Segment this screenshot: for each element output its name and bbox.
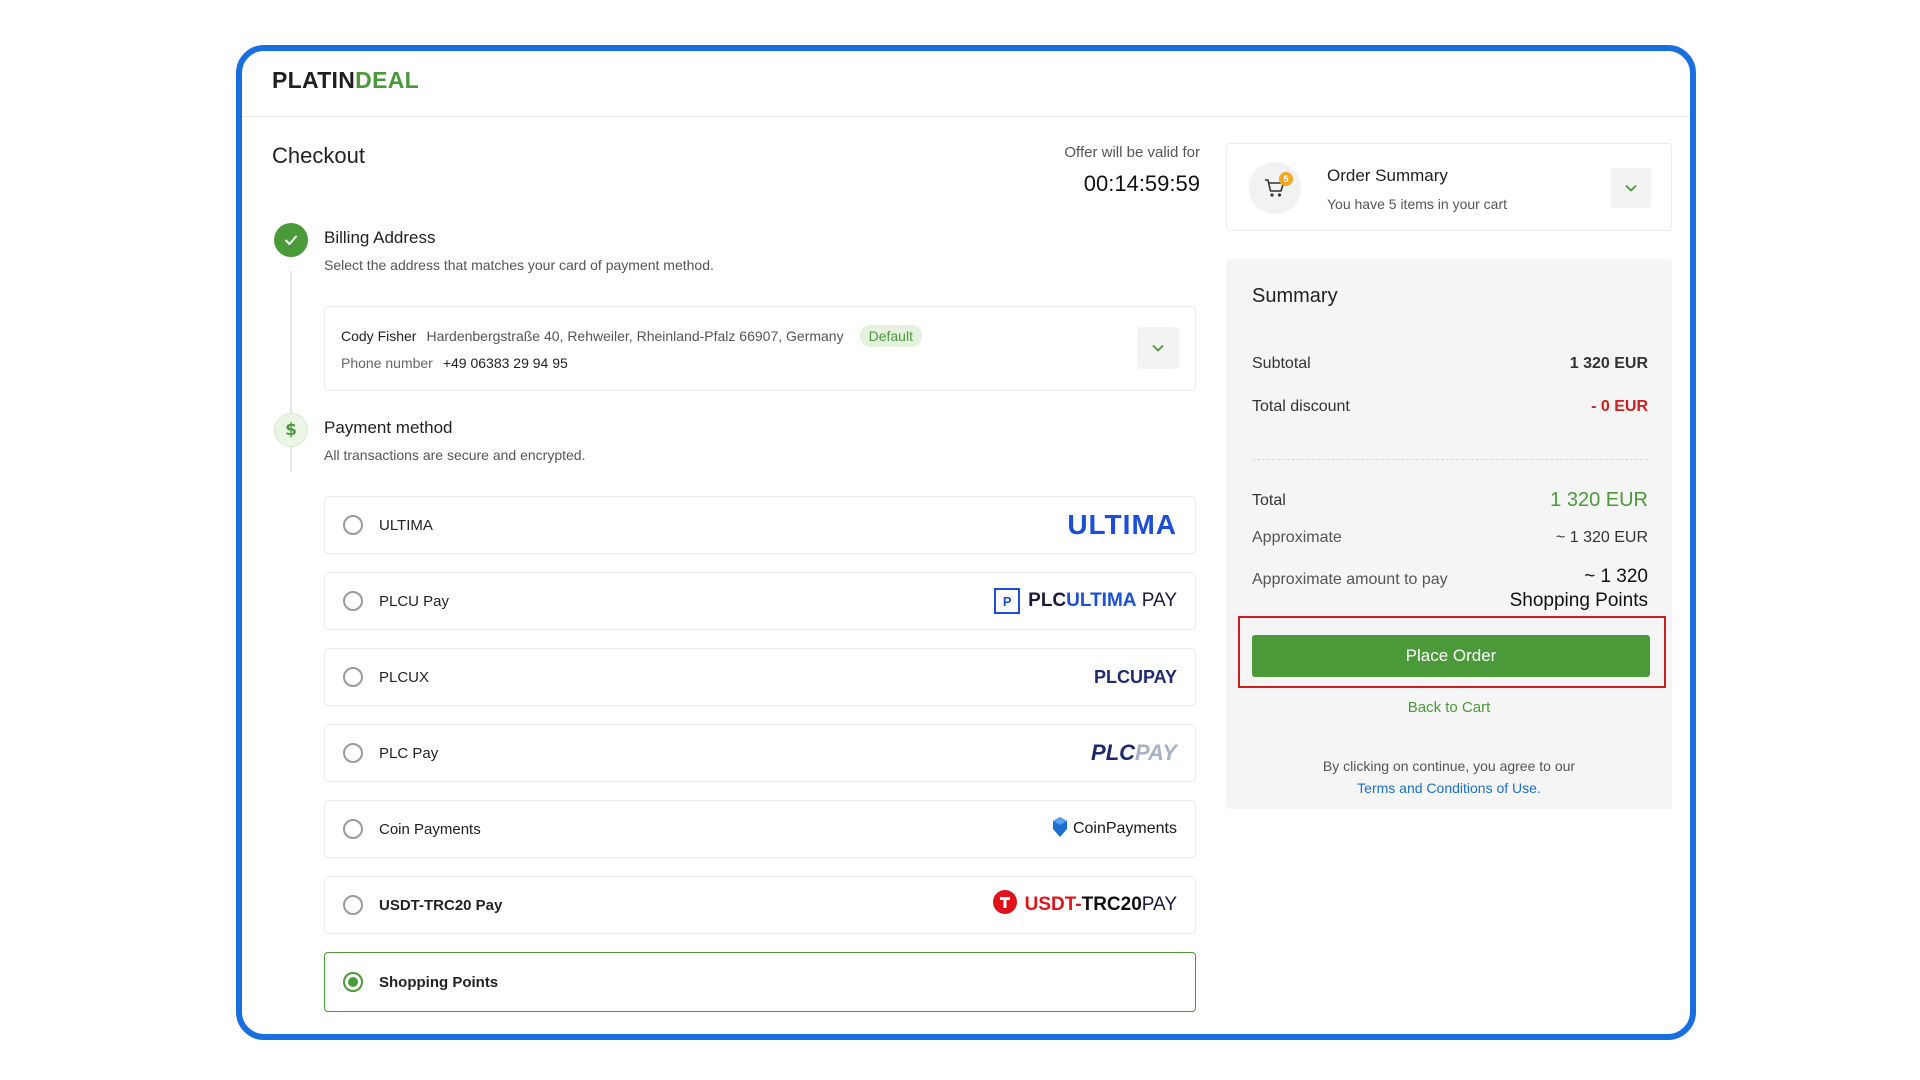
payment-option-usdt-trc20[interactable]: USDT-TRC20 Pay USDT-TRC20PAY — [324, 876, 1196, 934]
place-order-button[interactable]: Place Order — [1252, 635, 1650, 677]
payment-option-label: PLC Pay — [379, 744, 439, 762]
place-order-highlight: Place Order — [1238, 616, 1666, 688]
top-bar: PLATINDEAL — [242, 51, 1690, 117]
radio-shopping-points[interactable] — [343, 972, 363, 992]
order-summary-expand-button[interactable] — [1611, 168, 1651, 208]
back-to-cart-link[interactable]: Back to Cart — [1226, 699, 1672, 716]
plc-box-icon: P — [994, 588, 1021, 614]
billing-title: Billing Address — [324, 228, 436, 247]
offer-timer-label: Offer will be valid for — [1064, 144, 1200, 161]
payment-option-plcu-pay[interactable]: PLCU Pay P PLCULTIMA PAY — [324, 572, 1196, 630]
address-row: Cody Fisher Hardenbergstraße 40, Rehweil… — [341, 325, 922, 347]
logo-part: PAY — [1135, 740, 1177, 765]
approx-amount-line2: Shopping Points — [1509, 590, 1648, 611]
logo-part: PLCU — [1093, 666, 1143, 687]
approx-amount-value: ~ 1 320 Shopping Points — [1510, 565, 1648, 613]
payment-option-plc-pay[interactable]: PLC Pay PLCPAY — [324, 724, 1196, 782]
plcultima-pay-logo: P PLCULTIMA PAY — [994, 573, 1177, 629]
order-summary-subtitle: You have 5 items in your cart — [1327, 196, 1508, 212]
address-name: Cody Fisher — [341, 328, 417, 344]
phone-row: Phone number +49 06383 29 94 95 — [341, 355, 568, 371]
phone-label: Phone number — [341, 355, 433, 371]
agreement-text: By clicking on continue, you agree to ou… — [1226, 755, 1672, 799]
discount-label: Total discount — [1252, 398, 1350, 415]
logo-part: TRC20 — [1081, 894, 1142, 915]
ultima-logo: ULTIMA — [1067, 497, 1177, 553]
ultima-logo-text: ULTIMA — [1067, 509, 1177, 540]
dollar-icon: $ — [274, 413, 308, 447]
order-summary-title: Order Summary — [1327, 166, 1448, 185]
coinpayments-text: CoinPayments — [1072, 820, 1177, 837]
logo-part: PAY — [1142, 666, 1177, 687]
total-value: 1 320 EUR — [1550, 489, 1648, 511]
subtotal-value: 1 320 EUR — [1569, 355, 1648, 372]
cart-count-badge: 5 — [1279, 172, 1293, 186]
subtotal-row: Subtotal 1 320 EUR — [1252, 355, 1648, 373]
payment-options: ULTIMA ULTIMA PLCU Pay P PLCULTIMA PAY P… — [324, 496, 1196, 1030]
address-card[interactable]: Cody Fisher Hardenbergstraße 40, Rehweil… — [324, 306, 1196, 391]
brand-logo-part1: PLATIN — [272, 67, 356, 93]
logo-part: PAY — [1141, 894, 1177, 915]
plcpay-logo: PLCPAY — [1091, 725, 1177, 781]
payment-option-label: Coin Payments — [379, 820, 481, 838]
approx-amount-line1: ~ 1 320 — [1584, 566, 1648, 587]
discount-row: Total discount - 0 EUR — [1252, 398, 1648, 416]
payment-option-label: Shopping Points — [379, 973, 499, 991]
brand-logo[interactable]: PLATINDEAL — [272, 67, 419, 94]
radio-coin-payments[interactable] — [343, 819, 363, 839]
cart-icon: 5 — [1249, 162, 1301, 214]
logo-part: PLC — [1028, 590, 1067, 611]
brand-logo-part2: DEAL — [355, 67, 419, 93]
phone-value: +49 06383 29 94 95 — [442, 355, 568, 371]
address-expand-button[interactable] — [1137, 327, 1179, 369]
check-icon — [274, 223, 308, 257]
address-text: Hardenbergstraße 40, Rehweiler, Rheinlan… — [426, 328, 844, 344]
billing-subtitle: Select the address that matches your car… — [324, 257, 714, 273]
agreement-line: By clicking on continue, you agree to ou… — [1322, 758, 1576, 774]
radio-plcux[interactable] — [343, 667, 363, 687]
chevron-down-icon — [1152, 339, 1164, 357]
usdt-trc20-logo: USDT-TRC20PAY — [992, 877, 1177, 933]
default-badge: Default — [859, 325, 922, 347]
payment-option-label: USDT-TRC20 Pay — [379, 896, 503, 914]
page-title: Checkout — [272, 143, 365, 168]
payment-option-label: PLCUX — [379, 668, 430, 686]
coinpayments-logo: CoinPayments — [1051, 801, 1177, 857]
discount-value: - 0 EUR — [1591, 398, 1648, 415]
summary-title: Summary — [1252, 285, 1338, 307]
logo-part: ULTIMA — [1066, 590, 1137, 611]
radio-usdt-trc20[interactable] — [343, 895, 363, 915]
payment-subtitle: All transactions are secure and encrypte… — [324, 447, 586, 463]
payment-title: Payment method — [324, 418, 453, 437]
tron-icon — [992, 890, 1017, 920]
summary-panel: Summary Subtotal 1 320 EUR Total discoun… — [1226, 259, 1672, 809]
plcupay-logo: PLCUPAY — [1094, 649, 1177, 705]
payment-option-coin-payments[interactable]: Coin Payments CoinPayments — [324, 800, 1196, 858]
payment-option-ultima[interactable]: ULTIMA ULTIMA — [324, 496, 1196, 554]
approx-label: Approximate — [1252, 529, 1342, 546]
approx-value: ~ 1 320 EUR — [1555, 529, 1648, 546]
payment-option-label: PLCU Pay — [379, 592, 450, 610]
logo-part: USDT- — [1024, 894, 1082, 915]
radio-plc-pay[interactable] — [343, 743, 363, 763]
approx-amount-label: Approximate amount to pay — [1252, 571, 1448, 588]
payment-option-label: ULTIMA — [379, 516, 433, 534]
app-frame: PLATINDEAL Checkout Offer will be valid … — [236, 45, 1696, 1040]
logo-part: PAY — [1141, 590, 1177, 611]
total-row: Total 1 320 EUR — [1252, 489, 1648, 512]
radio-ultima[interactable] — [343, 515, 363, 535]
coinpayments-icon — [1051, 816, 1069, 843]
logo-part: PLC — [1091, 740, 1136, 765]
total-label: Total — [1252, 491, 1286, 509]
terms-link[interactable]: Terms and Conditions of Use. — [1226, 777, 1672, 799]
approx-row: Approximate ~ 1 320 EUR — [1252, 529, 1648, 547]
order-summary-card[interactable]: 5 Order Summary You have 5 items in your… — [1226, 143, 1672, 231]
subtotal-label: Subtotal — [1252, 355, 1311, 372]
chevron-down-icon — [1625, 179, 1637, 197]
summary-divider — [1252, 459, 1648, 460]
radio-plcu-pay[interactable] — [343, 591, 363, 611]
payment-option-plcux[interactable]: PLCUX PLCUPAY — [324, 648, 1196, 706]
offer-timer: 00:14:59:59 — [1083, 171, 1200, 196]
payment-option-shopping-points[interactable]: Shopping Points — [324, 952, 1196, 1012]
